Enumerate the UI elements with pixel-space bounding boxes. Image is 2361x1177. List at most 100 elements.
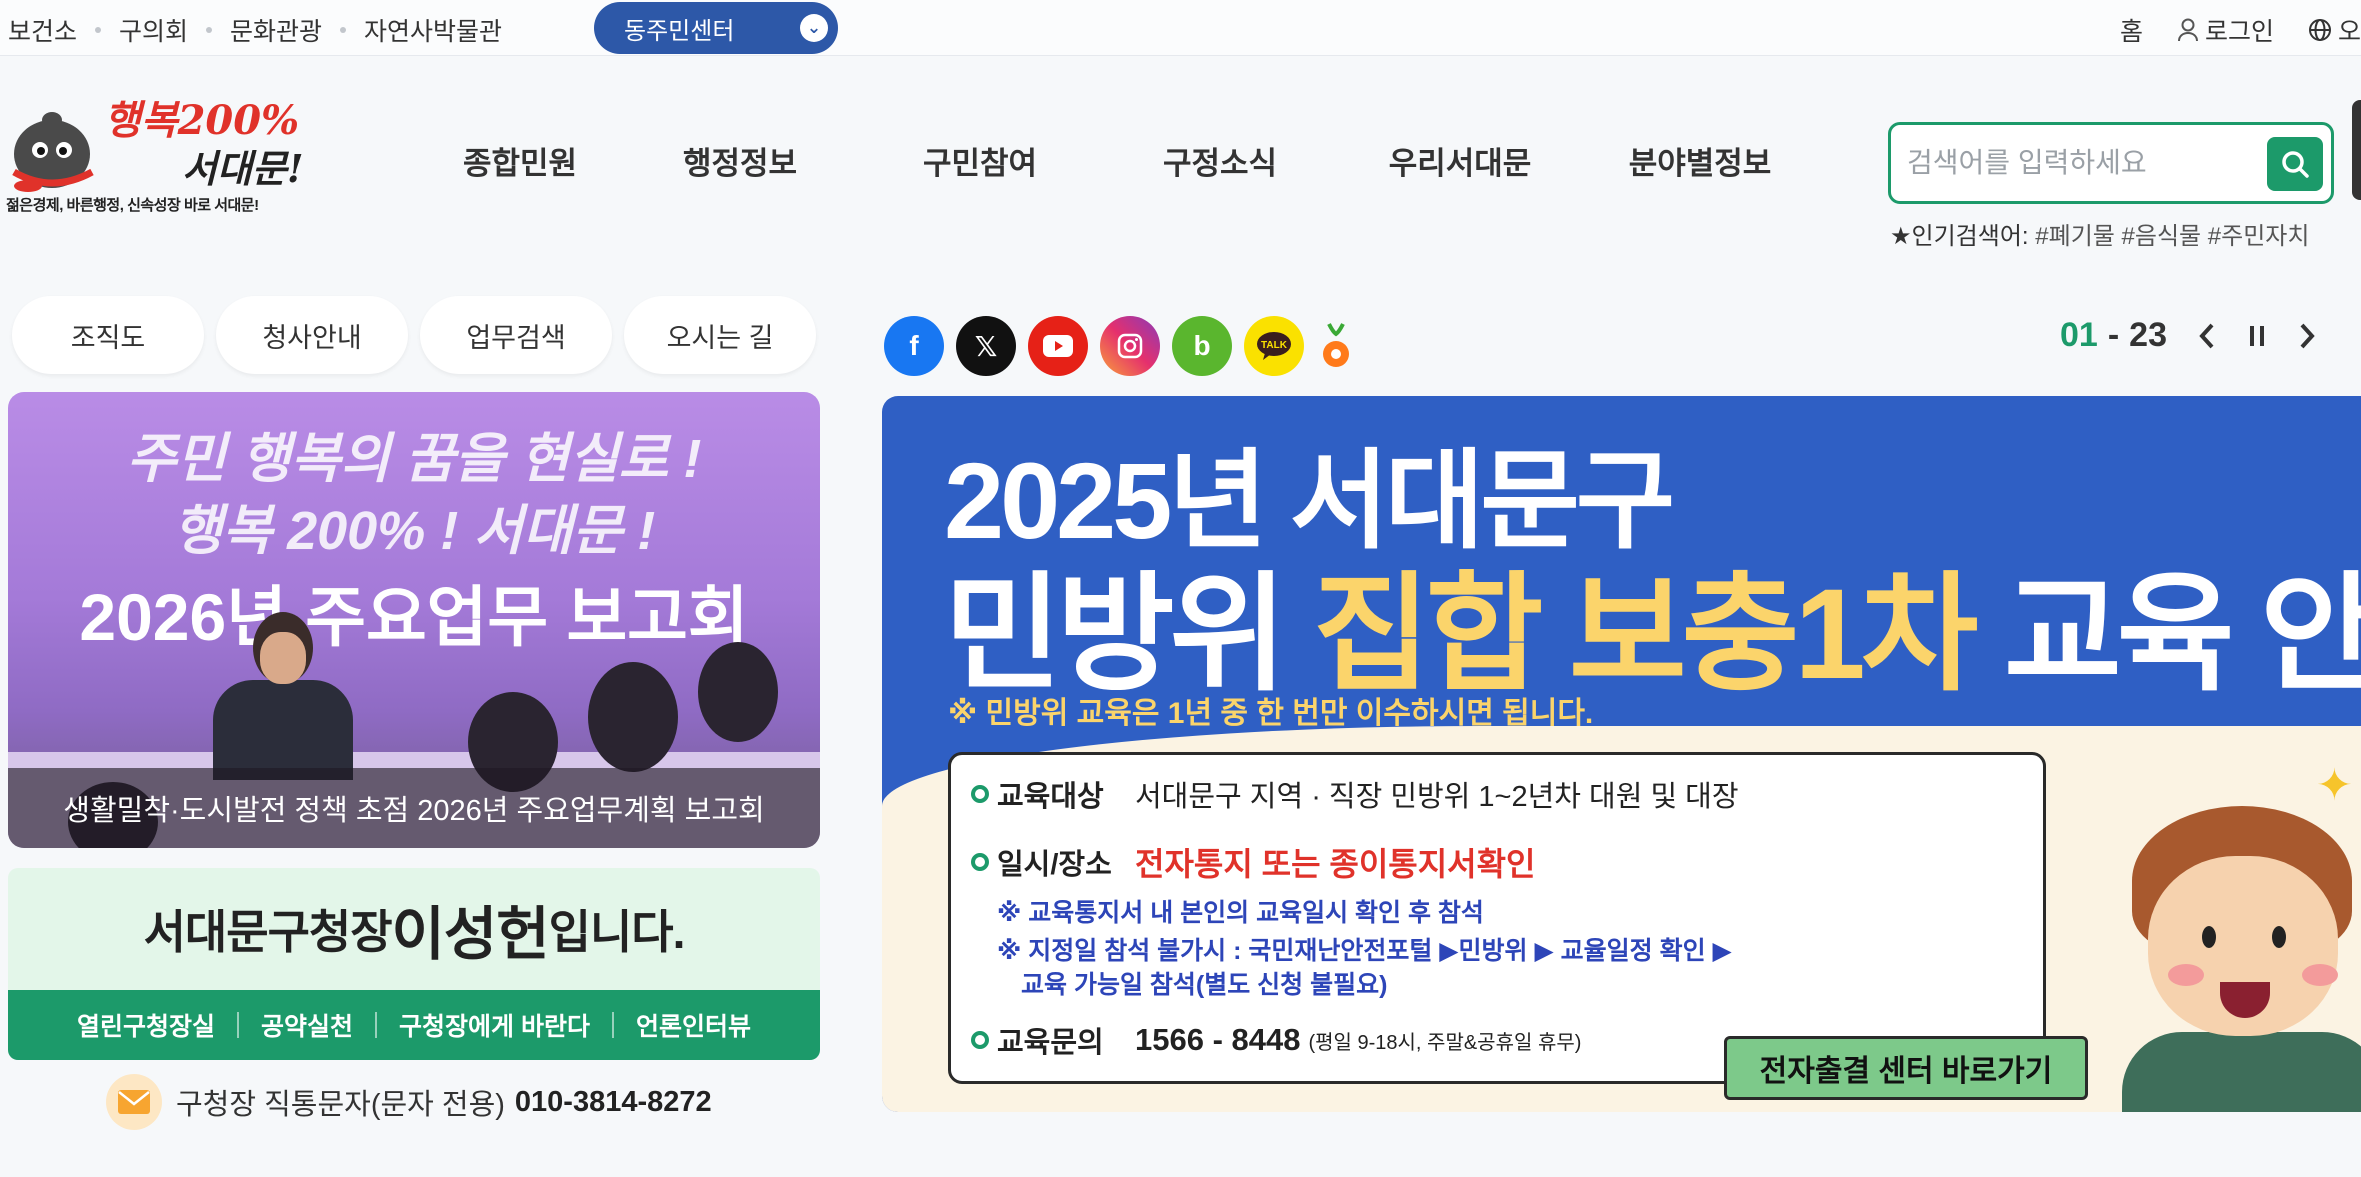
youtube-icon[interactable] <box>1028 316 1088 376</box>
pause-icon <box>2249 325 2264 346</box>
figure-face <box>260 632 306 684</box>
info-row-schedule: 일시/장소 전자통지 또는 종이통지서확인 <box>971 839 1536 885</box>
login-link[interactable]: 로그인 <box>2177 12 2274 48</box>
topbar-right: 홈 로그인 오 <box>2086 12 2361 48</box>
banner-title-part-1: 민방위 <box>944 563 1313 706</box>
top-utility-bar: 보건소 구의회 문화관광 자연사박물관 동주민센터 ⌄ 홈 로그인 오 <box>0 0 2361 56</box>
info-sub-3: 교육 가능일 참석(별도 신청 불필요) <box>1021 971 1388 999</box>
info-row-contact: 교육문의 1566 - 8448 (평일 9-18시, 주말&공휴일 휴무) <box>971 1019 1581 1061</box>
search-input[interactable] <box>1907 139 2247 187</box>
mayor-link-suggestions[interactable]: 구청장에게 바란다 <box>399 1007 590 1043</box>
language-link[interactable]: 오 <box>2308 12 2361 48</box>
language-label: 오 <box>2337 18 2361 46</box>
attendance-center-button[interactable]: 전자출결 센터 바로가기 <box>1724 1036 2088 1100</box>
link-district-council[interactable]: 구의회 <box>119 12 188 48</box>
login-label: 로그인 <box>2204 18 2274 46</box>
nav-item-news[interactable]: 구정소식 <box>1100 138 1340 183</box>
bullet-icon <box>971 853 989 871</box>
character-eye <box>2202 926 2216 948</box>
nav-item-participation[interactable]: 구민참여 <box>860 138 1100 183</box>
audience-head <box>698 642 778 742</box>
search-icon <box>2282 151 2309 178</box>
pause-slide-button[interactable] <box>2247 323 2267 349</box>
bullet-icon <box>971 1031 989 1049</box>
mayor-sms: 구청장 직통문자(문자 전용) 010-3814-8272 <box>106 1074 712 1130</box>
photo-banner-line-1: 주민 행복의 꿈을 현실로 ! <box>126 429 702 489</box>
banner-title-part-2: 교육 안내 <box>2003 563 2361 706</box>
site-logo[interactable]: 행복200% 서대문! 젊은경제, 바른행정, 신속성장 바로 서대문! <box>6 88 346 220</box>
instagram-icon[interactable] <box>1100 316 1160 376</box>
prev-slide-button[interactable] <box>2197 321 2217 351</box>
envelope-icon <box>106 1074 162 1130</box>
x-icon[interactable]: 𝕏 <box>956 316 1016 376</box>
nav-item-field-info[interactable]: 분야별정보 <box>1580 138 1820 183</box>
search-button[interactable] <box>2267 137 2323 191</box>
mayor-greeting: 서대문구청장 이성헌 입니다. <box>8 868 820 990</box>
quick-org-chart-button[interactable]: 조직도 <box>12 296 204 374</box>
info-target-value: 서대문구 지역 · 직장 민방위 1~2년차 대원 및 대장 <box>1135 781 1739 813</box>
slide-separator: - <box>2107 316 2120 354</box>
character-body <box>2122 1032 2361 1112</box>
character-eye <box>2272 926 2286 948</box>
mascot-icon <box>12 112 94 192</box>
nav-item-civil-service[interactable]: 종합민원 <box>420 138 620 183</box>
user-icon <box>2177 18 2198 42</box>
svg-text:TALK: TALK <box>1261 340 1288 351</box>
main-banner-slide[interactable]: 2025년 서대문구 민방위 집합 보충1차 교육 안내 ※ 민방위 교육은 1… <box>882 396 2361 1112</box>
link-natural-history-museum[interactable]: 자연사박물관 <box>364 12 502 48</box>
popular-label: ★인기검색어: <box>1890 223 2029 250</box>
mayor-links: 열린구청장실 공약실천 구청장에게 바란다 언론인터뷰 <box>8 990 820 1060</box>
home-link[interactable]: 홈 <box>2120 12 2143 48</box>
separator-dot <box>95 27 102 33</box>
popular-keywords: ★인기검색어: #폐기물 #음식물 #주민자치 <box>1890 216 2309 251</box>
photo-news-card[interactable]: 주민 행복의 꿈을 현실로 ! 행복 200% ! 서대문 ! 2026년 주요… <box>8 392 820 848</box>
globe-icon <box>2308 19 2331 41</box>
main-navigation: 종합민원 행정정보 구민참여 구정소식 우리서대문 분야별정보 <box>420 138 1820 183</box>
next-slide-button[interactable] <box>2297 321 2317 351</box>
mayor-prefix: 서대문구청장 <box>143 906 393 958</box>
info-sub-1: ※ 교육통지서 내 본인의 교육일시 확인 후 참석 <box>997 899 1484 927</box>
sms-number: 010-3814-8272 <box>514 1085 712 1118</box>
quick-links: 조직도 청사안내 업무검색 오시는 길 <box>12 296 816 374</box>
logo-slogan-bottom: 서대문! <box>182 146 304 191</box>
info-schedule-label: 일시/장소 <box>997 849 1112 881</box>
blog-icon[interactable]: b <box>1172 316 1232 376</box>
social-links: f 𝕏 b TALK <box>884 316 1356 376</box>
quick-directions-button[interactable]: 오시는 길 <box>624 296 816 374</box>
page: 보건소 구의회 문화관광 자연사박물관 동주민센터 ⌄ 홈 로그인 오 행복20… <box>0 0 2361 1177</box>
info-schedule-value: 전자통지 또는 종이통지서확인 <box>1135 846 1536 882</box>
info-contact-number: 1566 - 8448 <box>1135 1022 1301 1057</box>
link-culture-tourism[interactable]: 문화관광 <box>230 12 322 48</box>
link-health-center[interactable]: 보건소 <box>8 12 77 48</box>
banner-info-box: 교육대상 서대문구 지역 · 직장 민방위 1~2년차 대원 및 대장 일시/장… <box>948 752 2046 1084</box>
menu-toggle-edge[interactable] <box>2352 100 2361 200</box>
quick-office-guide-button[interactable]: 청사안내 <box>216 296 408 374</box>
info-contact-hours: (평일 9-18시, 주말&공휴일 휴무) <box>1308 1031 1582 1054</box>
chevron-left-icon <box>2199 323 2214 348</box>
community-center-select[interactable]: 동주민센터 ⌄ <box>594 2 838 54</box>
character-cheek <box>2302 964 2338 986</box>
nav-item-our-seodaemun[interactable]: 우리서대문 <box>1340 138 1580 183</box>
separator-dot <box>206 27 213 33</box>
mayor-link-open-office[interactable]: 열린구청장실 <box>77 1007 215 1043</box>
related-site-links: 보건소 구의회 문화관광 자연사박물관 <box>8 12 502 48</box>
kakaotalk-icon[interactable]: TALK <box>1244 316 1304 376</box>
bullet-icon <box>971 785 989 803</box>
mayor-figure <box>208 612 358 780</box>
carrot-icon[interactable] <box>1316 316 1356 376</box>
photo-caption: 생활밀착·도시발전 정책 초점 2026년 주요업무계획 보고회 <box>8 768 820 848</box>
audience-head <box>588 662 678 772</box>
divider <box>611 1012 614 1038</box>
mayor-link-pledges[interactable]: 공약실천 <box>261 1007 353 1043</box>
character-cheek <box>2168 964 2204 986</box>
sms-label: 구청장 직통문자(문자 전용) <box>176 1089 505 1121</box>
quick-task-search-button[interactable]: 업무검색 <box>420 296 612 374</box>
sparkle-icon: ✦ <box>2316 761 2353 810</box>
nav-item-admin-info[interactable]: 행정정보 <box>620 138 860 183</box>
mayor-link-interviews[interactable]: 언론인터뷰 <box>636 1007 751 1043</box>
facebook-icon[interactable]: f <box>884 316 944 376</box>
chevron-right-icon <box>2300 323 2315 348</box>
popular-tags[interactable]: #폐기물 #음식물 #주민자치 <box>2035 223 2309 250</box>
site-select-label: 동주민센터 <box>624 17 735 45</box>
figure-body <box>213 680 353 780</box>
